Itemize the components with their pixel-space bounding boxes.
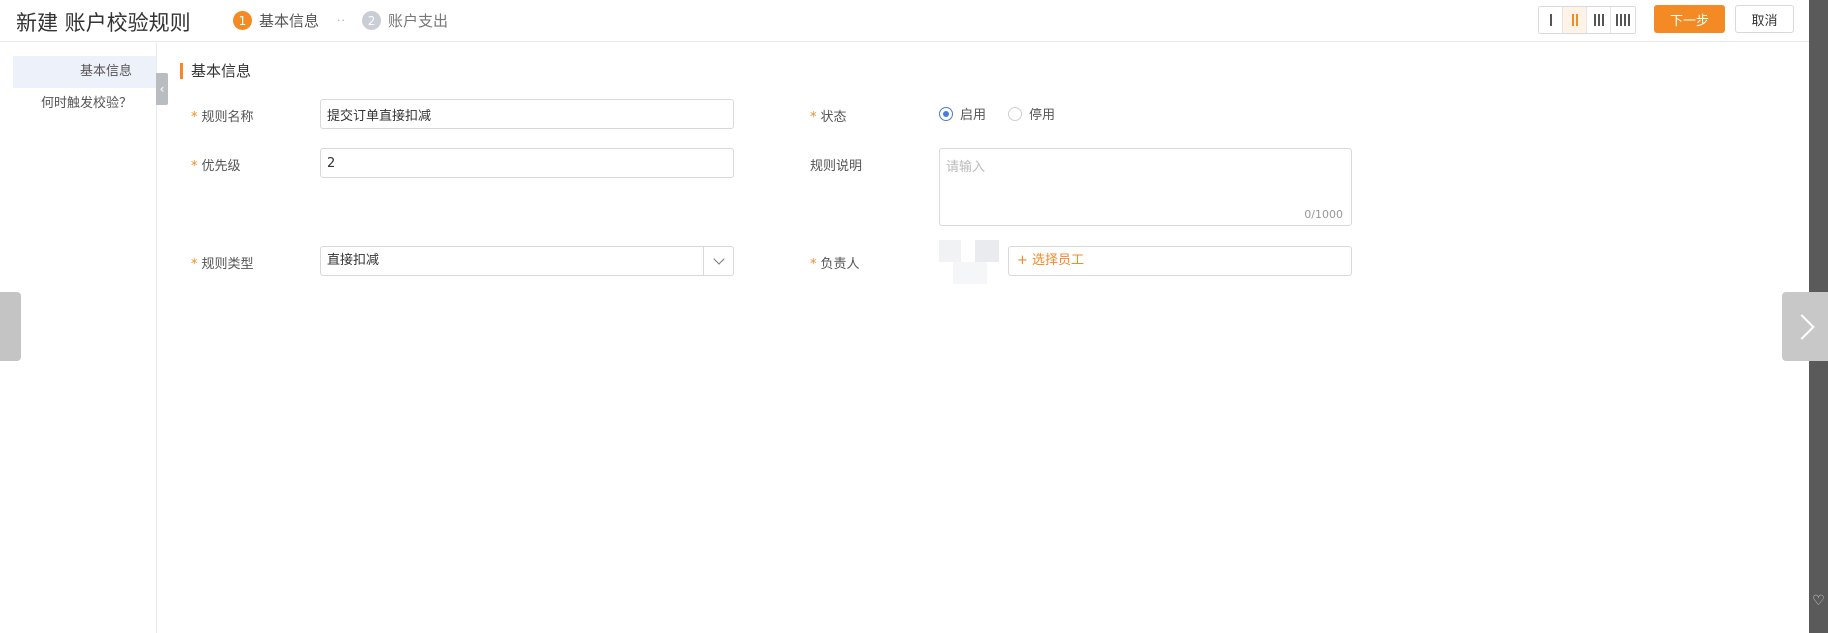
rule-type-select[interactable]: 直接扣减 bbox=[320, 246, 734, 276]
step-number-1: 1 bbox=[233, 11, 252, 30]
owner-label: * 负责人 bbox=[810, 257, 860, 272]
heart-icon[interactable]: ♡ bbox=[1809, 592, 1828, 610]
layout-two-column-button[interactable] bbox=[1563, 7, 1587, 33]
rule-name-input[interactable] bbox=[320, 99, 734, 129]
collapse-nav-icon[interactable]: ‹ bbox=[156, 73, 168, 105]
required-mark: * bbox=[191, 257, 198, 272]
blurred-avatar bbox=[939, 240, 1009, 284]
description-label: 规则说明 bbox=[810, 159, 863, 174]
step-basic-info[interactable]: 1 基本信息 bbox=[233, 10, 319, 31]
chevron-right-icon bbox=[1789, 313, 1815, 340]
rule-type-value: 直接扣减 bbox=[327, 253, 380, 268]
section-title-text: 基本信息 bbox=[191, 62, 252, 80]
required-mark: * bbox=[191, 159, 198, 174]
layout-four-column-button[interactable] bbox=[1611, 7, 1635, 33]
section-title: 基本信息 bbox=[180, 60, 251, 81]
page-title: 新建 账户校验规则 bbox=[16, 11, 191, 35]
step-indicator: 1 基本信息 ·· 2 账户支出 bbox=[233, 10, 448, 31]
description-placeholder: 请输入 bbox=[946, 160, 986, 175]
nav-item-trigger-check[interactable]: 何时触发校验？ bbox=[13, 88, 156, 120]
character-counter: 0/1000 bbox=[1304, 208, 1343, 221]
cancel-button[interactable]: 取消 bbox=[1735, 5, 1794, 33]
step-number-2: 2 bbox=[362, 11, 382, 30]
nav-item-basic-info[interactable]: 基本信息 bbox=[13, 56, 156, 88]
rule-type-label: * 规则类型 bbox=[191, 257, 254, 272]
radio-unchecked-icon bbox=[1008, 106, 1023, 121]
step-label-basic-info: 基本信息 bbox=[259, 12, 320, 30]
step-account-expense[interactable]: 2 账户支出 bbox=[362, 10, 448, 31]
step-label-account-expense: 账户支出 bbox=[388, 12, 449, 30]
rule-name-label: * 规则名称 bbox=[191, 110, 254, 125]
radio-checked-icon bbox=[939, 106, 953, 121]
required-mark: * bbox=[810, 257, 817, 272]
section-nav: 基本信息 何时触发校验？ bbox=[0, 43, 157, 633]
layout-one-column-button[interactable] bbox=[1539, 7, 1563, 33]
section-accent-bar bbox=[180, 62, 183, 79]
top-bar: 新建 账户校验规则 1 基本信息 ·· 2 账户支出 下一步 取消 bbox=[0, 0, 1828, 42]
status-radio-group: 启用 停用 bbox=[939, 104, 1077, 123]
description-textarea[interactable]: 请输入 0/1000 bbox=[939, 148, 1352, 226]
status-enabled-radio[interactable]: 启用 bbox=[939, 104, 986, 123]
priority-label: * 优先级 bbox=[191, 159, 241, 174]
chevron-down-icon bbox=[712, 253, 725, 265]
required-mark: * bbox=[810, 110, 817, 125]
status-disabled-radio[interactable]: 停用 bbox=[1008, 104, 1055, 123]
select-employee-button[interactable]: + 选择员工 bbox=[1008, 246, 1352, 276]
status-label: * 状态 bbox=[810, 110, 847, 125]
page: 新建 账户校验规则 1 基本信息 ·· 2 账户支出 下一步 取消 基本信息 何… bbox=[0, 0, 1828, 633]
next-page-handle[interactable] bbox=[1782, 292, 1828, 361]
column-layout-switch bbox=[1538, 6, 1636, 34]
left-side-handle[interactable] bbox=[0, 292, 21, 361]
required-mark: * bbox=[191, 110, 198, 125]
step-separator: ·· bbox=[337, 14, 347, 27]
dropdown-arrow[interactable] bbox=[703, 247, 733, 275]
next-step-button[interactable]: 下一步 bbox=[1654, 5, 1725, 33]
priority-input[interactable] bbox=[320, 148, 734, 178]
layout-three-column-button[interactable] bbox=[1587, 7, 1611, 33]
